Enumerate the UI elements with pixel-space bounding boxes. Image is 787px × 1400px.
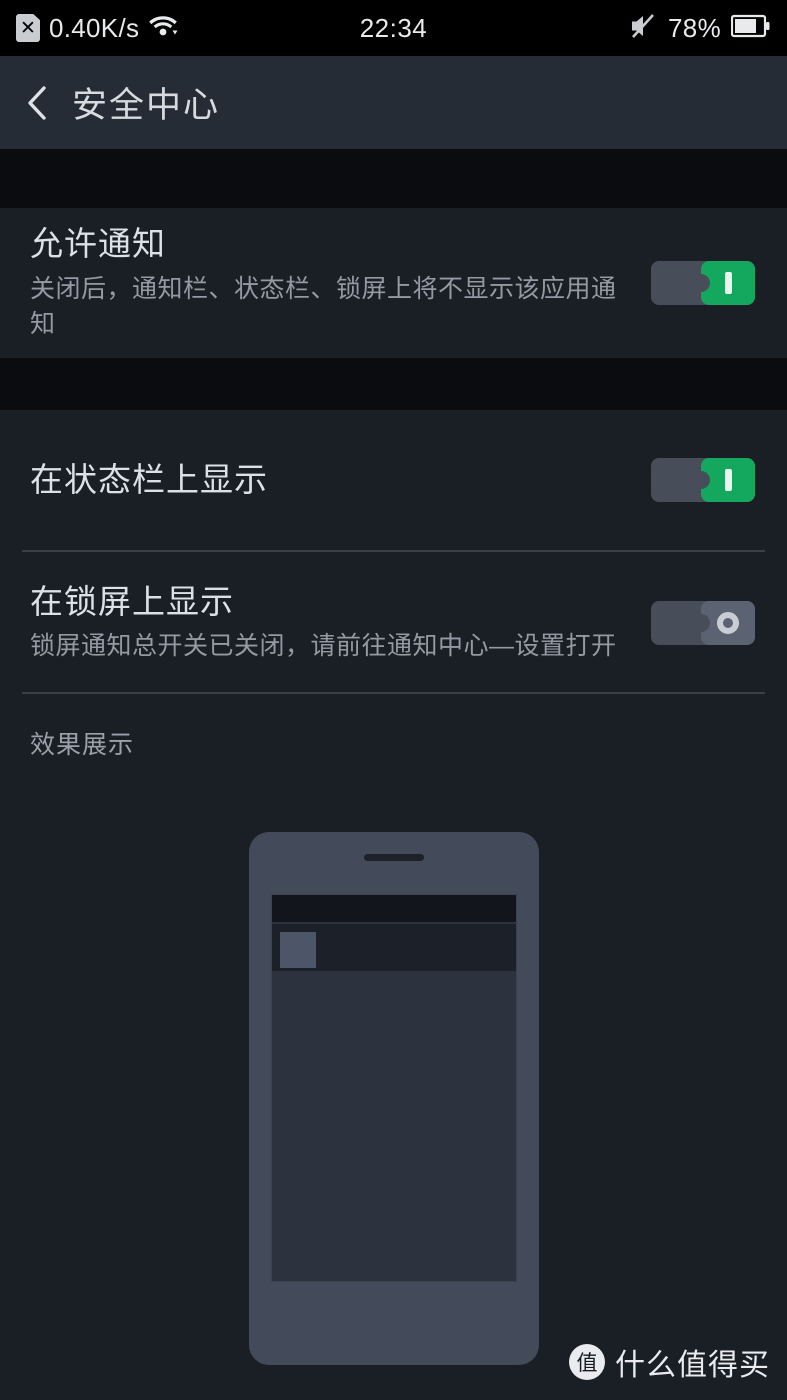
network-speed-text: 0.40K/s (49, 12, 140, 43)
toggle-on-glyph (724, 272, 732, 294)
preview-label: 效果展示 (30, 731, 135, 759)
mute-icon (628, 11, 658, 46)
section-gap-1 (0, 149, 787, 208)
toggle-thumb (701, 458, 755, 502)
watermark: 值 什么值得买 (569, 1340, 770, 1384)
watermark-text: 什么值得买 (615, 1349, 770, 1382)
show-on-lockscreen-title: 在锁屏上显示 (30, 583, 234, 621)
app-header: 安全中心 (0, 56, 787, 149)
section-gap-2 (0, 358, 787, 410)
status-bar-right: 78% (628, 11, 771, 46)
row-divider-1 (22, 550, 765, 552)
toggle-off-glyph (717, 612, 739, 634)
wifi-icon (148, 13, 178, 44)
battery-percent-text: 78% (668, 12, 721, 43)
allow-notifications-toggle[interactable] (651, 261, 755, 305)
toggle-on-glyph (724, 469, 732, 491)
show-on-lockscreen-toggle[interactable] (651, 601, 755, 645)
allow-notifications-title: 允许通知 (30, 225, 166, 263)
status-bar-left: ✕ 0.40K/s (16, 13, 178, 44)
battery-icon (730, 14, 771, 43)
show-on-lockscreen-text: 在锁屏上显示 锁屏通知总开关已关闭，请前往通知中心—设置打开 (0, 581, 651, 665)
page-title: 安全中心 (72, 86, 221, 125)
show-in-statusbar-text: 在状态栏上显示 (0, 459, 651, 500)
show-in-statusbar-title: 在状态栏上显示 (30, 461, 268, 499)
sim-card-x-icon: ✕ (16, 14, 40, 42)
phone-mockup-icon (249, 832, 539, 1365)
back-chevron-icon[interactable] (24, 83, 50, 123)
show-in-statusbar-toggle[interactable] (651, 458, 755, 502)
toggle-thumb (701, 601, 755, 645)
phone-screen: ✕ 0.40K/s 22:34 78% 安全中心 允许通知 关闭后，通知栏、状态… (0, 0, 787, 1400)
mockup-notification-row (272, 924, 516, 971)
show-on-lockscreen-row[interactable]: 在锁屏上显示 锁屏通知总开关已关闭，请前往通知中心—设置打开 (0, 552, 787, 694)
allow-notifications-row[interactable]: 允许通知 关闭后，通知栏、状态栏、锁屏上将不显示该应用通知 (0, 208, 787, 358)
watermark-logo-icon: 值 (569, 1344, 605, 1380)
allow-notifications-card[interactable]: 允许通知 关闭后，通知栏、状态栏、锁屏上将不显示该应用通知 (0, 208, 787, 358)
allow-notifications-subtitle: 关闭后，通知栏、状态栏、锁屏上将不显示该应用通知 (30, 274, 617, 339)
show-in-statusbar-row[interactable]: 在状态栏上显示 (0, 410, 787, 550)
status-bar: ✕ 0.40K/s 22:34 78% (0, 0, 787, 56)
row-divider-2 (22, 692, 765, 694)
allow-notifications-text: 允许通知 关闭后，通知栏、状态栏、锁屏上将不显示该应用通知 (0, 223, 651, 342)
phone-speaker-slot (364, 854, 424, 861)
mockup-status-bar (272, 895, 516, 922)
mockup-app-icon (280, 932, 316, 968)
show-on-lockscreen-subtitle: 锁屏通知总开关已关闭，请前往通知中心—设置打开 (30, 632, 617, 661)
toggle-thumb (701, 261, 755, 305)
phone-mockup-screen (271, 894, 517, 1282)
